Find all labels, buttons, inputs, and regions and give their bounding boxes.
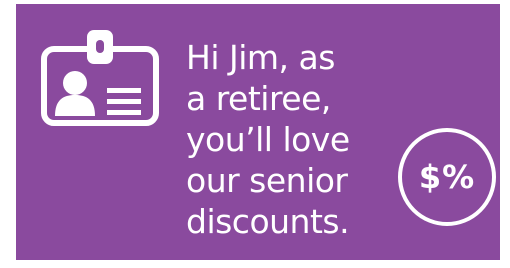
discount-badge-text: $%: [418, 158, 476, 196]
senior-discount-banner: Hi Jim, as a retiree, you’ll love our se…: [16, 4, 500, 260]
promo-message-line: you’ll love: [186, 120, 350, 159]
id-badge-icon: [41, 30, 159, 126]
promo-message-line: Hi Jim, as: [186, 38, 335, 77]
promo-message-line: a retiree,: [186, 79, 331, 118]
discount-badge-icon: $%: [398, 128, 496, 226]
promo-message-line: discounts.: [186, 202, 350, 241]
promo-message: Hi Jim, as a retiree, you’ll love our se…: [186, 37, 386, 242]
promo-message-line: our senior: [186, 161, 348, 200]
